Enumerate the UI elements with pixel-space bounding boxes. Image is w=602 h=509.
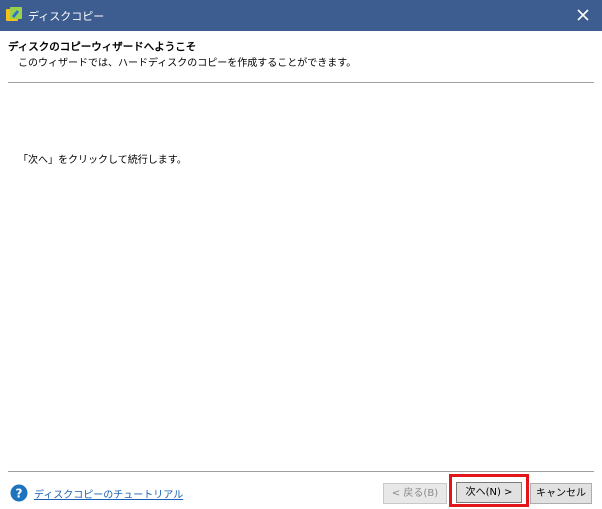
app-icon (6, 7, 22, 21)
help-icon[interactable]: ? (10, 484, 28, 502)
tutorial-link[interactable]: ディスクコピーのチュートリアル (34, 486, 183, 501)
wizard-title: ディスクのコピーウィザードへようこそ (8, 41, 197, 53)
close-icon (577, 9, 589, 21)
window-title: ディスクコピー (28, 10, 105, 23)
next-button[interactable]: 次へ(N) > (456, 482, 522, 503)
cancel-button[interactable]: キャンセル (530, 483, 592, 504)
wizard-header: ディスクのコピーウィザードへようこそ このウィザードでは、ハードディスクのコピー… (0, 31, 602, 83)
title-bar: ディスクコピー (0, 0, 602, 31)
back-button[interactable]: < 戻る(B) (383, 483, 447, 504)
wizard-subtitle: このウィザードでは、ハードディスクのコピーを作成することができます。 (18, 58, 357, 69)
header-divider (8, 82, 594, 83)
footer-divider (8, 471, 594, 472)
svg-text:?: ? (16, 487, 23, 501)
instruction-text: 「次へ」をクリックして続行します。 (18, 155, 187, 166)
close-button[interactable] (564, 0, 602, 31)
